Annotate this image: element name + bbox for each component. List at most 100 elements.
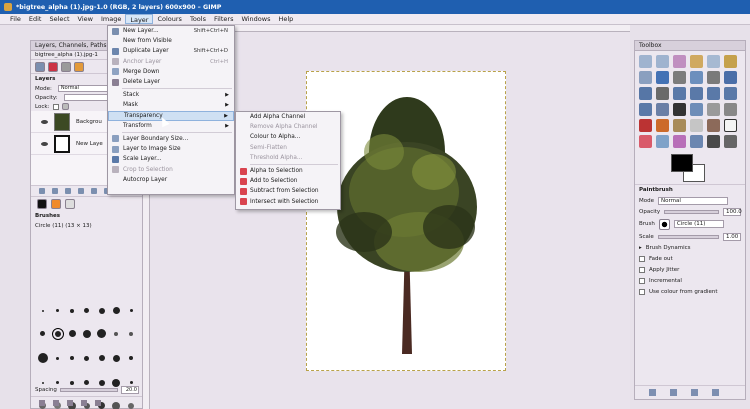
layer-name[interactable]: New Laye [76, 141, 103, 147]
menu-item-layer-to-image-size[interactable]: Layer to Image Size [108, 144, 234, 154]
brush-item[interactable] [84, 308, 90, 314]
perspective-icon[interactable] [724, 87, 737, 100]
menu-item-mask[interactable]: Mask ▶ [108, 100, 234, 110]
brush-item[interactable] [40, 331, 46, 337]
zoom-icon[interactable] [690, 71, 703, 84]
brush-item[interactable] [84, 380, 90, 386]
patterns-tab-icon[interactable] [51, 199, 61, 209]
menu-item-layer-boundary-size[interactable]: Layer Boundary Size... [108, 134, 234, 144]
flip-icon[interactable] [639, 103, 652, 116]
spacing-slider[interactable] [59, 388, 118, 392]
undo-tab-icon[interactable] [74, 61, 84, 72]
brush-item[interactable] [68, 330, 76, 338]
brush-item[interactable] [41, 309, 44, 312]
brush-option-value[interactable]: Circle (11) [673, 220, 724, 228]
reset-options-icon[interactable] [712, 389, 719, 396]
delete-brush-icon[interactable] [81, 399, 87, 406]
submenu-item-threshold-alpha[interactable]: Threshold Alpha... [236, 153, 340, 163]
paths-icon[interactable] [656, 71, 669, 84]
convolve-icon[interactable] [724, 135, 737, 148]
menu-select[interactable]: Select [45, 14, 73, 24]
brush-item[interactable] [56, 309, 60, 313]
clone-icon[interactable] [690, 119, 703, 132]
cage-icon[interactable] [656, 103, 669, 116]
apply-jitter-checkbox[interactable] [639, 266, 645, 273]
brush-preview-icon[interactable] [658, 218, 670, 230]
menu-file[interactable]: File [6, 14, 25, 24]
brush-item[interactable] [98, 307, 105, 314]
brush-item[interactable] [37, 353, 48, 364]
brush-dynamics-option[interactable]: ▸ Brush Dynamics [635, 242, 745, 253]
raise-layer-icon[interactable] [52, 188, 58, 194]
brush-item[interactable] [70, 380, 75, 385]
paintbrush-icon[interactable] [724, 119, 737, 132]
lock-pixels-checkbox[interactable] [53, 103, 60, 110]
channels-tab-icon[interactable] [48, 61, 58, 72]
ink-icon[interactable] [673, 119, 686, 132]
submenu-item-intersect-with-selection[interactable]: Intersect with Selection [236, 197, 340, 207]
menu-item-anchor-layer[interactable]: Anchor Layer Ctrl+H [108, 57, 234, 67]
submenu-item-colour-to-alpha[interactable]: Colour to Alpha... [236, 132, 340, 142]
menu-item-new-from-visible[interactable]: New from Visible [108, 36, 234, 46]
scale-option-slider[interactable] [657, 234, 719, 239]
use-gradient-checkbox[interactable] [639, 288, 645, 295]
color-select-icon[interactable] [707, 55, 720, 68]
new-brush-icon[interactable] [53, 399, 59, 406]
gradients-tab-icon[interactable] [65, 199, 75, 209]
lower-layer-icon[interactable] [65, 188, 71, 194]
brush-item[interactable] [129, 381, 133, 385]
opacity-option-value[interactable]: 100.0 [723, 207, 742, 216]
menu-view[interactable]: View [74, 14, 97, 24]
bucket-fill-icon[interactable] [690, 103, 703, 116]
menu-image[interactable]: Image [97, 14, 125, 24]
mode-option-select[interactable]: Normal [658, 196, 728, 205]
brushes-tab-icon[interactable] [37, 199, 47, 209]
incremental-checkbox[interactable] [639, 277, 645, 284]
fade-out-checkbox[interactable] [639, 255, 645, 262]
crop-icon[interactable] [656, 87, 669, 100]
lock-alpha-icon[interactable] [62, 103, 70, 110]
submenu-item-add-to-selection[interactable]: Add to Selection [236, 176, 340, 186]
submenu-item-alpha-to-selection[interactable]: Alpha to Selection [236, 166, 340, 176]
rect-select-icon[interactable] [639, 55, 652, 68]
menu-layer[interactable]: Layer [125, 14, 154, 24]
visibility-eye-icon[interactable] [41, 119, 48, 124]
brush-item[interactable] [129, 309, 133, 313]
submenu-item-add-alpha-channel[interactable]: Add Alpha Channel [236, 112, 340, 122]
save-options-icon[interactable] [649, 389, 656, 396]
menu-item-new-layer[interactable]: New Layer... Shift+Ctrl+N [108, 26, 234, 36]
brush-item[interactable] [70, 308, 75, 313]
menu-item-duplicate-layer[interactable]: Duplicate Layer Shift+Ctrl+D [108, 46, 234, 56]
brush-item[interactable] [70, 356, 75, 361]
brush-item[interactable] [112, 354, 120, 362]
opacity-option-slider[interactable] [664, 209, 719, 214]
layer-name[interactable]: Backgrou [76, 119, 102, 125]
brush-item[interactable] [84, 355, 90, 361]
brush-item[interactable] [97, 329, 107, 339]
brush-item[interactable] [112, 307, 120, 315]
menu-filters[interactable]: Filters [210, 14, 237, 24]
brush-item-selected[interactable] [51, 327, 64, 340]
submenu-item-semi-flatten[interactable]: Semi-Flatten [236, 143, 340, 153]
fuzzy-select-icon[interactable] [690, 55, 703, 68]
restore-options-icon[interactable] [670, 389, 677, 396]
menu-item-crop-to-selection[interactable]: Crop to Selection [108, 164, 234, 174]
foreground-color-swatch[interactable] [671, 154, 693, 172]
ellipse-select-icon[interactable] [656, 55, 669, 68]
brush-item[interactable] [98, 379, 105, 386]
menu-windows[interactable]: Windows [237, 14, 274, 24]
menu-tools[interactable]: Tools [186, 14, 210, 24]
shear-icon[interactable] [707, 87, 720, 100]
edit-brush-icon[interactable] [39, 399, 45, 406]
scissors-icon[interactable] [724, 55, 737, 68]
scale-icon[interactable] [690, 87, 703, 100]
duplicate-brush-icon[interactable] [67, 399, 73, 406]
anchor-layer-icon[interactable] [91, 188, 97, 194]
brush-item[interactable] [56, 356, 60, 360]
menu-edit[interactable]: Edit [25, 14, 46, 24]
new-layer-icon[interactable] [39, 188, 45, 194]
brush-item[interactable] [98, 355, 105, 362]
menu-item-transform[interactable]: Transform ▶ [108, 121, 234, 131]
menu-item-delete-layer[interactable]: Delete Layer [108, 77, 234, 87]
brush-item[interactable] [114, 331, 119, 336]
